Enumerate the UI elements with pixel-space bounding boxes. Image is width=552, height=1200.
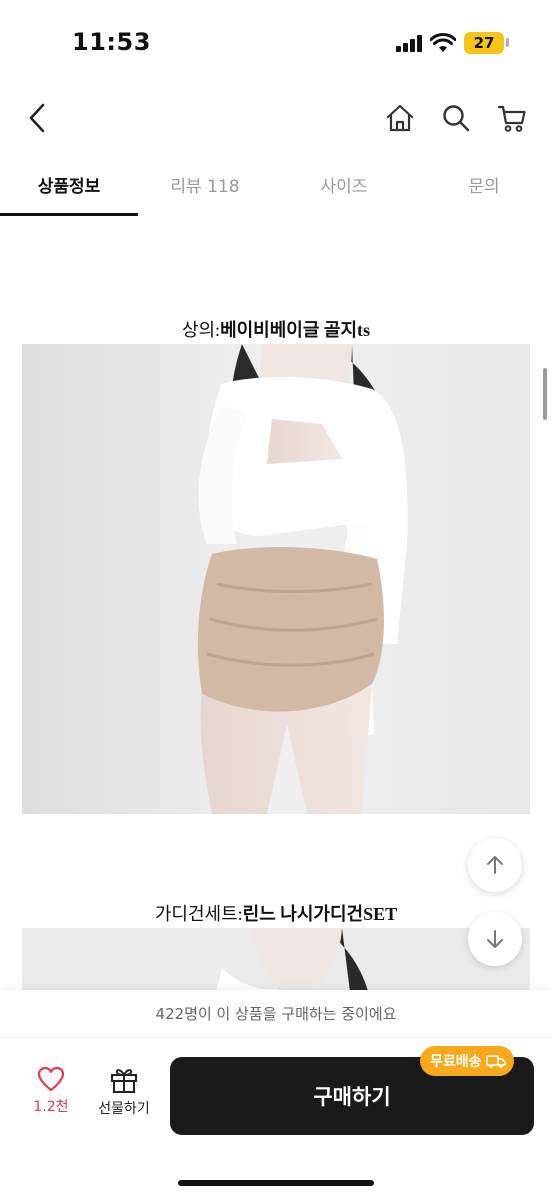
tab-inquiry[interactable]: 문의	[416, 152, 552, 216]
gift-button[interactable]: 선물하기	[88, 1066, 160, 1130]
caption-prefix: 상의:	[181, 320, 221, 340]
home-indicator	[178, 1180, 374, 1186]
chevron-left-icon	[29, 103, 45, 133]
product-photo-bottom	[22, 928, 530, 996]
gift-icon	[111, 1069, 137, 1093]
product-photo-illustration	[22, 344, 530, 814]
truck-icon	[485, 1055, 506, 1068]
battery-indicator: 27	[464, 32, 504, 54]
purchase-notice: 422명이 이 상품을 구매하는 중이에요	[0, 990, 552, 1038]
heart-icon	[37, 1066, 65, 1092]
caption-product-name: 린느 나시가디건SET	[242, 904, 398, 924]
search-button[interactable]	[436, 98, 476, 138]
tab-product-info[interactable]: 상품정보	[0, 152, 138, 216]
status-bar: 11:53 27	[0, 0, 552, 90]
status-time: 11:53	[72, 28, 151, 56]
signal-icon	[396, 34, 422, 52]
home-button[interactable]	[380, 98, 420, 138]
cart-button[interactable]	[492, 98, 532, 138]
home-icon	[386, 104, 414, 132]
tab-reviews[interactable]: 리뷰 118	[138, 152, 272, 216]
tab-size[interactable]: 사이즈	[272, 152, 416, 216]
product-detail-content: 상의:베이비베이글 골지ts 가디건세트:린느 나시가디건SET	[0, 216, 552, 996]
section-caption-top: 상의:베이비베이글 골지ts	[0, 316, 552, 342]
scroll-down-button[interactable]	[468, 912, 522, 966]
search-icon	[443, 105, 470, 132]
like-count: 1.2천	[33, 1099, 69, 1115]
wifi-icon	[430, 33, 456, 52]
back-button[interactable]	[18, 98, 58, 138]
scroll-up-button[interactable]	[468, 838, 522, 892]
arrow-down-icon	[487, 930, 503, 948]
arrow-up-icon	[487, 856, 503, 874]
product-tabs: 상품정보 리뷰 118 사이즈 문의	[0, 152, 552, 216]
nav-bar	[0, 90, 552, 150]
gift-label: 선물하기	[98, 1101, 150, 1117]
scrollbar[interactable]	[543, 368, 547, 420]
caption-prefix: 가디건세트:	[154, 904, 243, 924]
free-shipping-badge: 무료배송	[420, 1046, 514, 1076]
like-button[interactable]: 1.2천	[22, 1066, 80, 1130]
battery-tip	[506, 38, 509, 47]
free-shipping-label: 무료배송	[430, 1054, 482, 1070]
product-photo-top	[22, 344, 530, 814]
cart-icon	[497, 105, 526, 132]
section-caption-bottom: 가디건세트:린느 나시가디건SET	[0, 900, 552, 926]
product-photo-illustration-2	[22, 928, 530, 996]
caption-product-name: 베이비베이글 골지ts	[220, 320, 371, 340]
